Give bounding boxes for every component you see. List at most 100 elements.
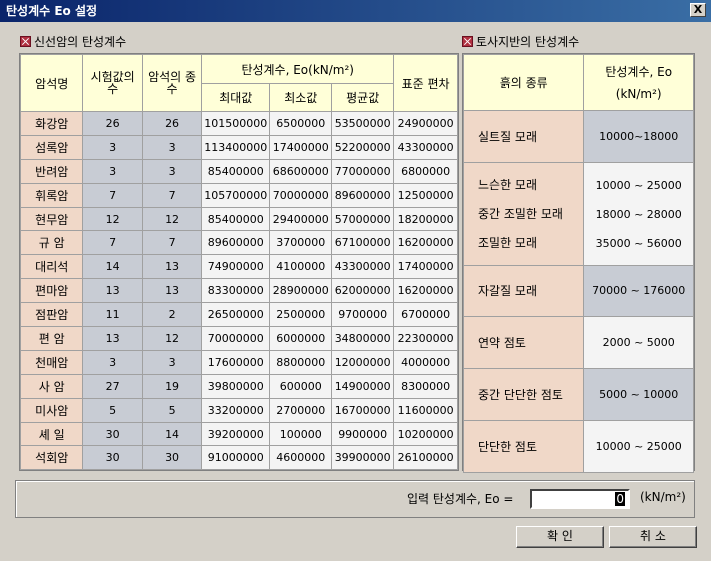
test-count-cell: 13: [82, 278, 143, 304]
avg-cell: 43300000: [331, 254, 395, 280]
soil-modulus-cell: 70000 ~ 176000: [583, 265, 694, 317]
max-cell: 39800000: [201, 373, 271, 399]
min-cell: 6500000: [269, 111, 333, 136]
avg-cell: 14900000: [331, 373, 395, 399]
min-cell: 17400000: [269, 134, 333, 160]
close-button[interactable]: X: [690, 3, 706, 17]
rock-name-cell: 대리석: [19, 254, 84, 280]
max-cell: 83300000: [201, 278, 271, 304]
type-count-cell: 5: [141, 397, 203, 423]
test-count-cell: 13: [82, 326, 143, 351]
table-row: 자갈질 모래 70000 ~ 176000: [462, 265, 694, 317]
min-cell: 28900000: [269, 278, 333, 304]
min-cell: 4600000: [269, 445, 333, 471]
checkbox-icon[interactable]: [462, 36, 473, 47]
cancel-button[interactable]: 취 소: [609, 526, 697, 548]
soil-type-label: 자갈질 모래: [478, 284, 538, 298]
min-cell: 68600000: [269, 158, 333, 184]
table-row: 화강암 26 26 101500000 6500000 53500000 24900000: [19, 111, 458, 136]
rock-name-cell: 편마암: [19, 278, 84, 304]
test-count-cell: 3: [82, 134, 143, 160]
header-rock-name: 암석명: [19, 54, 84, 112]
test-count-cell: 14: [82, 254, 143, 280]
max-cell: 39200000: [201, 421, 271, 447]
type-count-cell: 13: [141, 278, 203, 304]
ok-button[interactable]: 확 인: [516, 526, 604, 548]
modulus-input[interactable]: 0: [530, 489, 630, 509]
header-max: 최대값: [201, 83, 271, 112]
avg-cell: 39900000: [331, 445, 395, 471]
rock-name-cell: 사 암: [19, 373, 84, 399]
header-modulus: 탄성계수, Eo(kN/m²): [201, 54, 395, 84]
avg-cell: 67100000: [331, 230, 395, 256]
soil-type-label: 실트질 모래: [478, 129, 538, 144]
min-cell: 2700000: [269, 397, 333, 423]
avg-cell: 62000000: [331, 278, 395, 304]
rock-name-cell: 편 암: [19, 326, 84, 351]
table-row: 사 암 27 19 39800000 600000 14900000 8300000: [19, 373, 458, 399]
test-count-cell: 3: [82, 349, 143, 375]
window-title: 탄성계수 Eo 설정: [6, 4, 98, 18]
table-row: 실트질 모래 10000~18000: [462, 110, 694, 163]
max-cell: 17600000: [201, 349, 271, 375]
max-cell: 101500000: [201, 111, 271, 136]
header-min: 최소값: [269, 83, 333, 112]
avg-cell: 9700000: [331, 302, 395, 328]
std-cell: 16200000: [393, 278, 458, 304]
min-cell: 2500000: [269, 302, 333, 328]
table-row: 휘록암 7 7 105700000 70000000 89600000 12500000: [19, 182, 458, 208]
std-cell: 6700000: [393, 302, 458, 328]
test-count-cell: 12: [82, 206, 143, 232]
type-count-cell: 19: [141, 373, 203, 399]
soil-type-label: 중간 단단한 점토: [478, 387, 563, 402]
min-cell: 6000000: [269, 326, 333, 351]
table-row: 편 암 13 12 70000000 6000000 34800000 22300000: [19, 326, 458, 351]
avg-cell: 52200000: [331, 134, 395, 160]
rock-name-cell: 휘록암: [19, 182, 84, 208]
rock-name-cell: 점판암: [19, 302, 84, 328]
std-cell: 6800000: [393, 158, 458, 184]
table-row: 점판암 11 2 26500000 2500000 9700000 6700000: [19, 302, 458, 328]
min-cell: 4100000: [269, 254, 333, 280]
type-count-cell: 2: [141, 302, 203, 328]
table-row: 미사암 5 5 33200000 2700000 16700000 11600000: [19, 397, 458, 423]
header-std: 표준 편차: [393, 54, 458, 112]
soil-modulus-value: 70000 ~ 176000: [592, 284, 686, 297]
soil-type-cell: 느슨한 모래 중간 조밀한 모래 조밀한 모래: [462, 162, 585, 266]
test-count-cell: 27: [82, 373, 143, 399]
soil-table-frame: 흙의 종류 탄성계수, Eo (kN/m²) 실트질 모래 10000~18000…: [462, 53, 695, 473]
max-cell: 74900000: [201, 254, 271, 280]
max-cell: 105700000: [201, 182, 271, 208]
soil-type-label: 느슨한 모래: [478, 177, 538, 192]
header-test-count: 시험값의 수: [82, 54, 143, 112]
test-count-cell: 3: [82, 158, 143, 184]
type-count-cell: 12: [141, 326, 203, 351]
max-cell: 85400000: [201, 158, 271, 184]
std-cell: 16200000: [393, 230, 458, 256]
rock-name-cell: 셰 일: [19, 421, 84, 447]
rock-name-cell: 반려암: [19, 158, 84, 184]
avg-cell: 77000000: [331, 158, 395, 184]
test-count-cell: 30: [82, 421, 143, 447]
std-cell: 4000000: [393, 349, 458, 375]
type-count-cell: 3: [141, 158, 203, 184]
table-row: 셰 일 30 14 39200000 100000 9900000 10200000: [19, 421, 458, 447]
max-cell: 70000000: [201, 326, 271, 351]
min-cell: 100000: [269, 421, 333, 447]
min-cell: 3700000: [269, 230, 333, 256]
header-avg: 평균값: [331, 83, 395, 112]
max-cell: 85400000: [201, 206, 271, 232]
max-cell: 91000000: [201, 445, 271, 471]
soil-modulus-value: 18000 ~ 28000: [595, 207, 682, 221]
header-soil-type: 흙의 종류: [462, 54, 585, 111]
max-cell: 113400000: [201, 134, 271, 160]
soil-modulus-value: 2000 ~ 5000: [602, 335, 675, 349]
rock-name-cell: 현무암: [19, 206, 84, 232]
std-cell: 43300000: [393, 134, 458, 160]
avg-cell: 9900000: [331, 421, 395, 447]
std-cell: 18200000: [393, 206, 458, 232]
type-count-cell: 7: [141, 230, 203, 256]
test-count-cell: 7: [82, 182, 143, 208]
checkbox-icon[interactable]: [20, 36, 31, 47]
type-count-cell: 3: [141, 349, 203, 375]
